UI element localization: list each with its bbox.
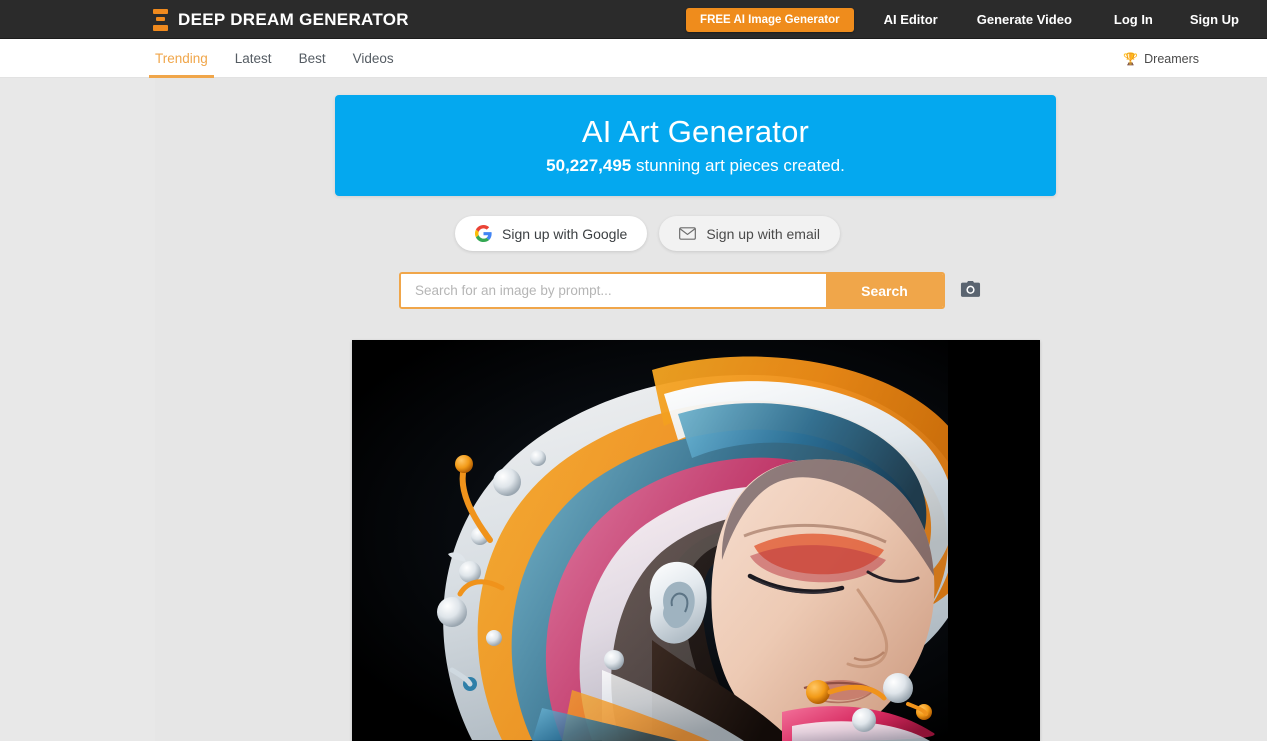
tab-trending[interactable]: Trending xyxy=(149,39,214,78)
sub-nav-tabs: Trending Latest Best Videos xyxy=(149,39,394,78)
signup-row: Sign up with Google Sign up with email xyxy=(0,216,1267,251)
brand-title: DEEP DREAM GENERATOR xyxy=(178,9,409,29)
featured-ai-artwork[interactable] xyxy=(352,340,1040,741)
nav-link-sign-up[interactable]: Sign Up xyxy=(1190,12,1239,27)
sign-up-with-email-label: Sign up with email xyxy=(706,225,820,242)
hourglass-logo-icon xyxy=(153,8,168,31)
top-nav: FREE AI Image Generator AI Editor Genera… xyxy=(686,0,1267,39)
search-button[interactable]: Search xyxy=(826,274,943,307)
dreamers-label: Dreamers xyxy=(1144,51,1199,66)
tab-latest[interactable]: Latest xyxy=(235,39,272,78)
sign-up-with-email-button[interactable]: Sign up with email xyxy=(659,216,840,251)
google-g-icon xyxy=(475,225,492,242)
hero-banner: AI Art Generator 50,227,495 stunning art… xyxy=(335,95,1056,196)
page-title: AI Art Generator xyxy=(581,113,810,149)
nav-link-ai-editor[interactable]: AI Editor xyxy=(884,12,938,27)
search-box: Search xyxy=(399,272,945,309)
search-bar: Search xyxy=(399,272,981,309)
camera-icon xyxy=(960,280,981,301)
envelope-icon xyxy=(679,227,697,240)
sign-up-with-google-label: Sign up with Google xyxy=(502,225,628,242)
art-pieces-count: 50,227,495 xyxy=(546,156,632,176)
trophy-icon: 🏆 xyxy=(1123,51,1139,66)
camera-search-button[interactable] xyxy=(959,280,981,301)
artwork-image xyxy=(352,340,1040,741)
hero-subtitle-rest: stunning art pieces created. xyxy=(631,156,845,176)
nav-link-log-in[interactable]: Log In xyxy=(1114,12,1153,27)
free-ai-image-generator-button[interactable]: FREE AI Image Generator xyxy=(686,7,854,32)
brand-logo[interactable]: DEEP DREAM GENERATOR xyxy=(153,0,409,39)
tab-best[interactable]: Best xyxy=(299,39,326,78)
search-input[interactable] xyxy=(401,274,826,307)
tab-videos[interactable]: Videos xyxy=(353,39,394,78)
top-header: DEEP DREAM GENERATOR FREE AI Image Gener… xyxy=(0,0,1267,39)
nav-link-generate-video[interactable]: Generate Video xyxy=(977,12,1072,27)
hero-subtitle: 50,227,495 stunning art pieces created. xyxy=(546,156,845,176)
sign-up-with-google-button[interactable]: Sign up with Google xyxy=(455,216,648,251)
sub-nav-bar: Trending Latest Best Videos 🏆 Dreamers xyxy=(0,39,1267,78)
dreamers-link[interactable]: 🏆 Dreamers xyxy=(1123,39,1199,78)
